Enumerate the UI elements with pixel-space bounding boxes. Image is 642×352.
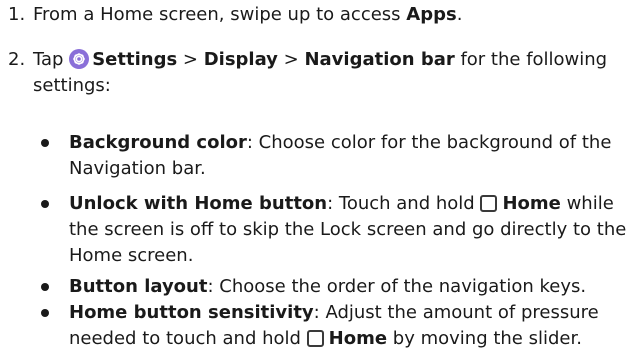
list-item-text: Home button sensitivity: Adjust the amou… <box>69 300 629 352</box>
home-label: Home <box>328 328 388 349</box>
list-item-text: Button layout: Choose the order of the n… <box>69 274 629 300</box>
setting-term: Background color <box>69 132 247 153</box>
home-label: Home <box>502 193 561 214</box>
settings-label: Settings <box>92 49 178 70</box>
settings-gear-icon <box>69 49 90 69</box>
setting-description: : Touch and hold <box>327 193 481 214</box>
instructions-document: 1. From a Home screen, swipe up to acces… <box>0 0 642 352</box>
step-number: 2. <box>8 49 26 70</box>
setting-term: Unlock with Home button <box>69 193 328 214</box>
display-label: Display <box>203 49 278 70</box>
bullet-dot <box>41 309 49 317</box>
breadcrumb-separator: > <box>177 49 204 70</box>
step-number: 1. <box>8 4 26 25</box>
bullet-dot <box>41 200 49 208</box>
breadcrumb-separator: > <box>277 49 305 70</box>
step-2: 2. Tap Settings > Display > Navigation b… <box>8 47 623 99</box>
setting-term: Button layout <box>69 276 208 297</box>
apps-label: Apps <box>406 4 457 25</box>
list-item-text: Background color: Choose color for the b… <box>69 130 629 182</box>
step-text-post: . <box>456 4 463 25</box>
step-text: From a Home screen, swipe up to access A… <box>33 2 623 28</box>
list-item: Background color: Choose color for the b… <box>40 130 629 182</box>
step-text: Tap Settings > Display > Navigation bar … <box>33 47 623 99</box>
step-1: 1. From a Home screen, swipe up to acces… <box>8 2 623 28</box>
home-button-icon <box>306 330 324 347</box>
step-text-pre: From a Home screen, swipe up to access <box>33 4 407 25</box>
bullet-dot <box>41 283 49 291</box>
setting-term: Home button sensitivity <box>69 302 314 323</box>
setting-description: : Choose the order of the navigation key… <box>207 276 587 297</box>
step-text-pre: Tap <box>33 49 70 70</box>
setting-description: by moving the slider. <box>387 328 582 349</box>
list-item: Unlock with Home button: Touch and hold … <box>40 191 629 269</box>
home-button-icon <box>480 195 498 212</box>
list-item: Button layout: Choose the order of the n… <box>40 274 629 300</box>
bullet-dot <box>41 139 49 147</box>
list-item: Home button sensitivity: Adjust the amou… <box>40 300 629 352</box>
list-item-text: Unlock with Home button: Touch and hold … <box>69 191 629 269</box>
navigation-bar-label: Navigation bar <box>304 49 455 70</box>
